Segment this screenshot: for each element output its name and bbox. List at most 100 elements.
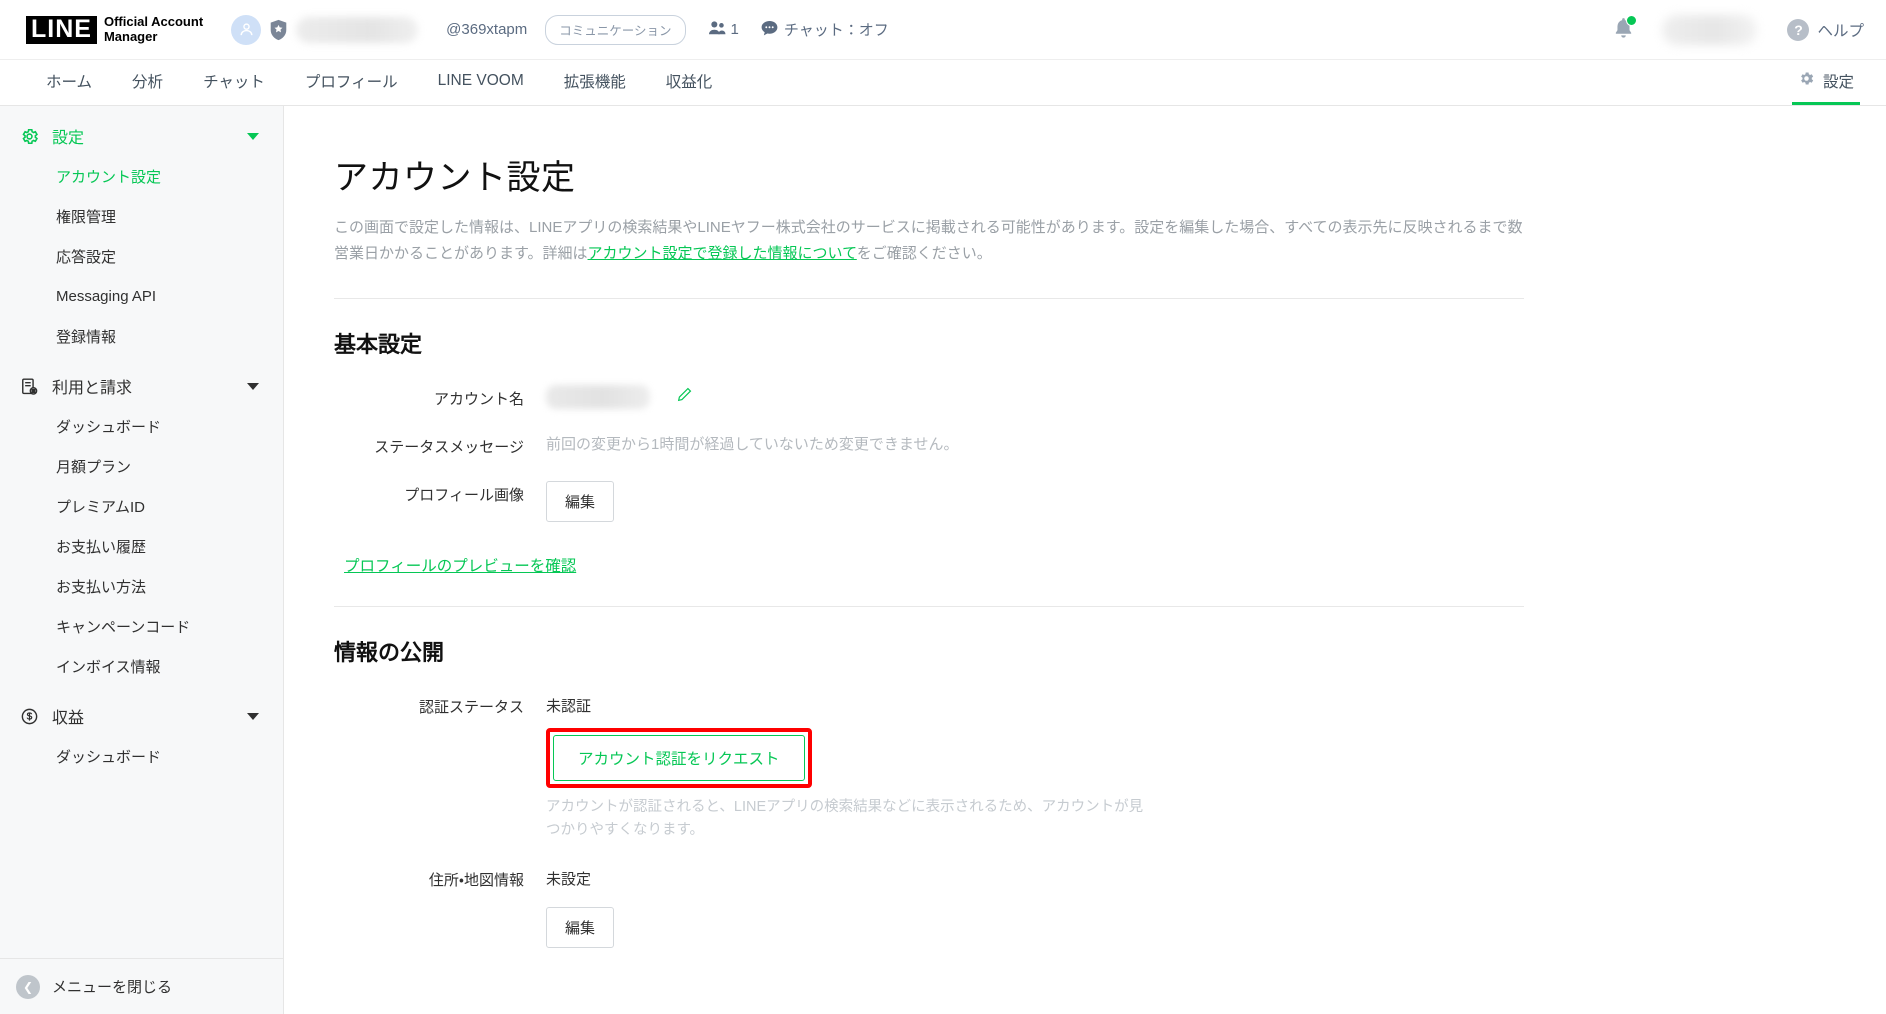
sidebar-item-registration-info[interactable]: 登録情報	[0, 316, 283, 356]
account-name-masked	[296, 16, 419, 43]
nav-item-line-voom[interactable]: LINE VOOM	[418, 60, 544, 105]
field-value-status-message: 前回の変更から1時間が経過していないため変更できません。	[546, 433, 1524, 457]
pencil-icon[interactable]	[676, 386, 693, 408]
highlight-annotation: アカウント認証をリクエスト	[546, 727, 812, 788]
sidebar-item-permission-management[interactable]: 権限管理	[0, 196, 283, 236]
sidebar-item-revenue-dashboard[interactable]: ダッシュボード	[0, 736, 283, 776]
chevron-down-icon[interactable]	[247, 712, 259, 720]
sidebar-group-label: 収益	[52, 710, 85, 727]
friend-count-value: 1	[730, 21, 739, 38]
chevron-down-icon[interactable]	[247, 132, 259, 140]
profile-preview-link[interactable]: プロフィールのプレビューを確認	[344, 554, 576, 576]
page-description-part2: をご確認ください。	[856, 245, 992, 263]
sidebar-item-monthly-plan[interactable]: 月額プラン	[0, 446, 283, 486]
sidebar-group-revenue[interactable]: 収益	[0, 696, 283, 736]
sidebar-item-payment-history[interactable]: お支払い履歴	[0, 526, 283, 566]
section-title-information-disclosure: 情報の公開	[334, 639, 445, 665]
friends-icon	[708, 20, 726, 40]
help-button[interactable]: ? ヘルプ	[1787, 19, 1864, 41]
page-layout: 設定 アカウント設定 権限管理 応答設定 Messaging API 登録情報 …	[0, 106, 1886, 1014]
notification-dot	[1626, 15, 1638, 26]
nav-item-settings[interactable]: 設定	[1791, 60, 1860, 105]
chat-status-display: チャット：オフ	[761, 19, 889, 40]
sidebar: 設定 アカウント設定 権限管理 応答設定 Messaging API 登録情報 …	[0, 106, 284, 1014]
content-container: アカウント設定 この画面で設定した情報は、LINEアプリの検索結果やLINEヤフ…	[334, 150, 1524, 948]
chat-status-label: チャット：オフ	[783, 22, 889, 39]
field-row-auth-status: 認証ステータス 未認証 アカウント認証をリクエスト アカウントが認証されると、L…	[334, 693, 1524, 842]
person-icon	[231, 14, 262, 45]
sidebar-group-label: 設定	[52, 130, 85, 147]
sidebar-item-billing-dashboard[interactable]: ダッシュボード	[0, 406, 283, 446]
field-value-auth-status: 未認証 アカウント認証をリクエスト アカウントが認証されると、LINEアプリの検…	[546, 693, 1524, 842]
shield-star-icon	[269, 19, 288, 41]
top-header: LINE Official Account Manager @369xtapm …	[0, 0, 1886, 60]
help-label: ヘルプ	[1817, 23, 1864, 40]
nav-settings-label: 設定	[1822, 74, 1854, 91]
edit-profile-image-button[interactable]: 編集	[546, 480, 615, 522]
brand-line-mark: LINE	[26, 15, 97, 44]
sidebar-item-account-settings[interactable]: アカウント設定	[0, 156, 283, 196]
sidebar-item-premium-id[interactable]: プレミアムID	[0, 486, 283, 526]
user-name-masked	[1662, 15, 1758, 45]
chevron-down-icon[interactable]	[247, 382, 259, 390]
page-title: アカウント設定	[334, 159, 576, 197]
page-description: この画面で設定した情報は、LINEアプリの検索結果やLINEヤフー株式会社のサー…	[334, 215, 1524, 268]
nav-right-group: 設定	[1791, 60, 1860, 105]
account-id: @369xtapm	[446, 21, 528, 38]
collapse-menu-button[interactable]: ❮ メニューを閉じる	[0, 958, 283, 1014]
brand-subtitle: Official Account Manager	[104, 15, 203, 43]
brand-subtitle-line2: Manager	[103, 28, 158, 44]
field-row-account-name: アカウント名	[334, 384, 1524, 409]
field-row-status-message: ステータスメッセージ 前回の変更から1時間が経過していないため変更できません。	[334, 433, 1524, 457]
section-divider-2	[334, 605, 1524, 607]
nav-item-analytics[interactable]: 分析	[112, 60, 183, 105]
field-label-status-message: ステータスメッセージ	[374, 438, 524, 456]
section-title-basic-settings: 基本設定	[334, 331, 423, 357]
brand-logo[interactable]: LINE Official Account Manager	[26, 15, 203, 44]
nav-item-profile[interactable]: プロフィール	[285, 60, 418, 105]
brand-subtitle-line1: Official Account	[103, 14, 204, 30]
nav-item-home[interactable]: ホーム	[26, 60, 112, 105]
profile-preview-row: プロフィールのプレビューを確認	[334, 546, 1524, 576]
gear-icon	[1798, 70, 1815, 92]
notifications-button[interactable]	[1608, 15, 1638, 45]
question-mark-icon: ?	[1787, 19, 1810, 41]
field-label-address-map: 住所・地図情報	[428, 871, 524, 889]
field-value-account-name	[546, 384, 1524, 409]
registered-info-link[interactable]: アカウント設定で登録した情報について	[588, 245, 857, 262]
sidebar-group-label: 利用と請求	[52, 380, 133, 397]
main-content: アカウント設定 この画面で設定した情報は、LINEアプリの検索結果やLINEヤフ…	[284, 106, 1886, 1014]
sidebar-item-messaging-api[interactable]: Messaging API	[0, 276, 283, 316]
field-value-address-map: 未設定 編集	[546, 866, 1524, 948]
invoice-icon	[18, 377, 40, 396]
field-label-profile-image: プロフィール画像	[404, 486, 524, 504]
gear-icon	[18, 127, 40, 146]
sidebar-item-payment-method[interactable]: お支払い方法	[0, 566, 283, 606]
address-value: 未設定	[546, 870, 592, 888]
collapse-menu-label: メニューを閉じる	[52, 979, 173, 996]
field-value-profile-image: 編集	[546, 480, 1524, 522]
sidebar-group-usage-billing[interactable]: 利用と請求	[0, 366, 283, 406]
auth-help-note: アカウントが認証されると、LINEアプリの検索結果などに表示されるため、アカウン…	[546, 798, 1144, 838]
friend-count-display: 1	[708, 20, 739, 40]
header-right-actions: ? ヘルプ	[1608, 0, 1864, 60]
nav-item-extensions[interactable]: 拡張機能	[544, 60, 646, 105]
status-message-note: 前回の変更から1時間が経過していないため変更できません。	[546, 435, 959, 453]
sidebar-item-campaign-code[interactable]: キャンペーンコード	[0, 606, 283, 646]
nav-item-monetization[interactable]: 収益化	[646, 60, 733, 105]
auth-status-value: 未認証	[546, 697, 592, 715]
request-account-verification-button[interactable]: アカウント認証をリクエスト	[553, 734, 805, 781]
main-navigation: ホーム 分析 チャット プロフィール LINE VOOM 拡張機能 収益化 設定	[0, 60, 1886, 106]
section-divider	[334, 297, 1524, 299]
edit-address-button[interactable]: 編集	[546, 906, 615, 948]
nav-item-chat[interactable]: チャット	[183, 60, 285, 105]
field-label-account-name: アカウント名	[433, 390, 524, 408]
field-row-address-map: 住所・地図情報 未設定 編集	[334, 866, 1524, 948]
dollar-circle-icon	[18, 707, 40, 726]
sidebar-item-response-settings[interactable]: 応答設定	[0, 236, 283, 276]
sidebar-group-settings[interactable]: 設定	[0, 116, 283, 156]
chevron-left-icon: ❮	[16, 974, 40, 999]
account-name-value-masked	[546, 384, 650, 409]
sidebar-item-invoice-info[interactable]: インボイス情報	[0, 646, 283, 686]
chat-bubble-icon	[761, 20, 778, 40]
